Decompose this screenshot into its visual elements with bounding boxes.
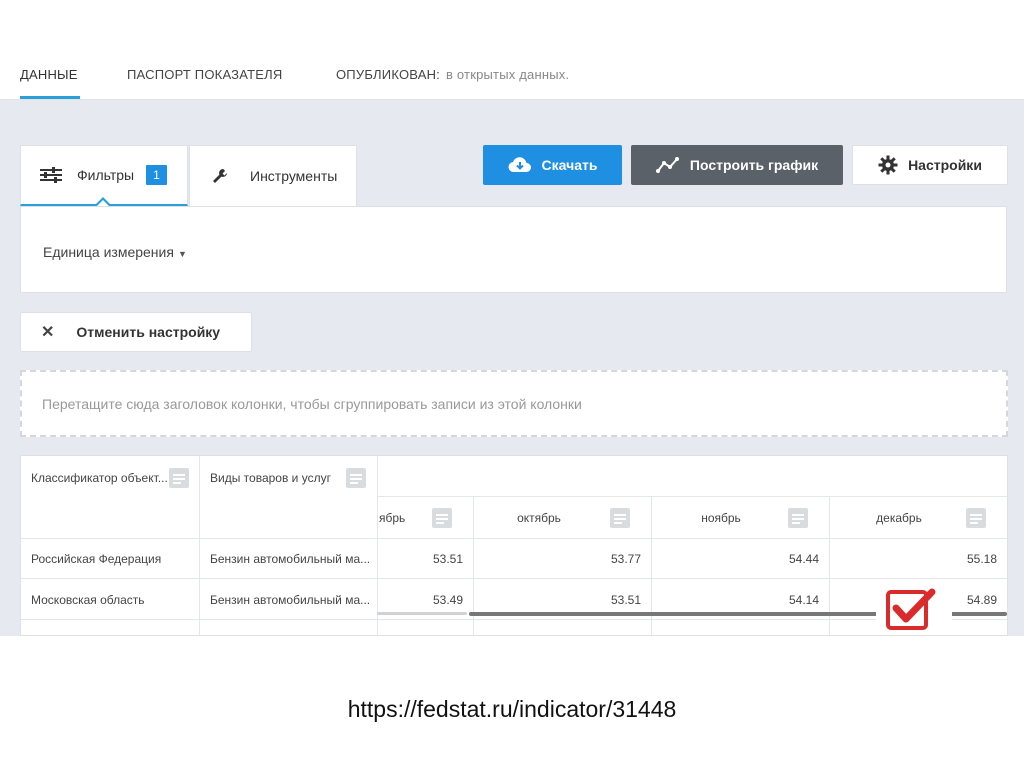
- column-menu-icon[interactable]: [432, 508, 452, 528]
- column-header-month[interactable]: ноябрь: [651, 508, 791, 528]
- download-label: Скачать: [541, 157, 598, 173]
- build-chart-label: Построить график: [689, 157, 819, 173]
- source-url-caption: https://fedstat.ru/indicator/31448: [347, 696, 677, 722]
- grid-divider: [21, 538, 1007, 539]
- published-label: ОПУБЛИКОВАН:: [336, 67, 440, 82]
- cell-value: 53.51: [432, 552, 463, 566]
- settings-label: Настройки: [908, 157, 982, 173]
- grid-divider: [829, 538, 830, 635]
- active-tab-indicator: [20, 96, 80, 99]
- column-menu-icon[interactable]: [788, 508, 808, 528]
- column-header-month[interactable]: ябрь: [379, 508, 405, 528]
- cell-value: 53.77: [610, 552, 641, 566]
- grid-divider: [21, 578, 1007, 579]
- reset-settings-label: Отменить настройку: [76, 324, 221, 340]
- line-chart-icon: [655, 157, 680, 173]
- column-menu-icon[interactable]: [169, 468, 189, 488]
- checkbox-checked-icon: [876, 586, 952, 634]
- grid-divider: [377, 496, 1007, 497]
- tab-tools[interactable]: Инструменты: [189, 145, 357, 206]
- group-drop-zone[interactable]: Перетащите сюда заголовок колонки, чтобы…: [20, 370, 1008, 437]
- gear-icon: [878, 155, 898, 175]
- cell-value: 53.49: [432, 593, 463, 607]
- grid-divider: [377, 456, 378, 635]
- build-chart-button[interactable]: Построить график: [631, 145, 843, 185]
- settings-button[interactable]: Настройки: [852, 145, 1008, 185]
- top-navigation: ДАННЫЕ ПАСПОРТ ПОКАЗАТЕЛЯ ОПУБЛИКОВАН: в …: [0, 0, 1024, 100]
- column-menu-icon[interactable]: [966, 508, 986, 528]
- filter-panel: Единица измерения ▼: [20, 206, 1007, 293]
- download-button[interactable]: Скачать: [483, 145, 622, 185]
- cell-value: 55.18: [966, 552, 997, 566]
- data-grid: Классификатор объект... Виды товаров и у…: [20, 455, 1008, 636]
- cell-value: 54.44: [788, 552, 819, 566]
- unit-filter-label: Единица измерения: [43, 244, 174, 260]
- tab-data[interactable]: ДАННЫЕ: [20, 67, 78, 82]
- filters-count-badge: 1: [146, 165, 167, 185]
- cell-region: Московская область: [31, 593, 145, 607]
- cloud-download-icon: [508, 156, 532, 174]
- horizontal-scroll-track[interactable]: [377, 612, 467, 615]
- published-value: в открытых данных.: [445, 67, 570, 82]
- published-status: ОПУБЛИКОВАН: в открытых данных.: [336, 67, 569, 82]
- cell-product: Бензин автомобильный ма...: [210, 552, 371, 566]
- column-header-products[interactable]: Виды товаров и услуг: [210, 466, 331, 490]
- reset-settings-button[interactable]: ✕ Отменить настройку: [20, 312, 252, 352]
- drop-zone-hint: Перетащите сюда заголовок колонки, чтобы…: [42, 396, 582, 412]
- tab-filters-label: Фильтры: [77, 167, 135, 183]
- column-menu-icon[interactable]: [346, 468, 366, 488]
- column-header-month[interactable]: декабрь: [829, 508, 969, 528]
- grid-divider: [651, 538, 652, 635]
- column-menu-icon[interactable]: [610, 508, 630, 528]
- grid-divider: [199, 456, 200, 635]
- cell-region: Российская Федерация: [31, 552, 162, 566]
- tab-passport[interactable]: ПАСПОРТ ПОКАЗАТЕЛЯ: [127, 67, 282, 82]
- close-icon: ✕: [41, 324, 55, 341]
- cell-value: 54.14: [788, 593, 819, 607]
- caret-down-icon: ▼: [177, 249, 187, 259]
- column-header-classifier[interactable]: Классификатор объект...: [31, 466, 168, 490]
- wrench-icon: [208, 167, 232, 185]
- filter-sliders-icon: [39, 166, 63, 184]
- cell-product: Бензин автомобильный ма...: [210, 593, 371, 607]
- column-header-month[interactable]: октябрь: [473, 508, 605, 528]
- cell-value: 53.51: [610, 593, 641, 607]
- grid-divider: [473, 538, 474, 635]
- grid-divider: [21, 619, 1007, 620]
- unit-filter-dropdown[interactable]: Единица измерения ▼: [43, 244, 187, 260]
- tab-tools-label: Инструменты: [250, 168, 338, 184]
